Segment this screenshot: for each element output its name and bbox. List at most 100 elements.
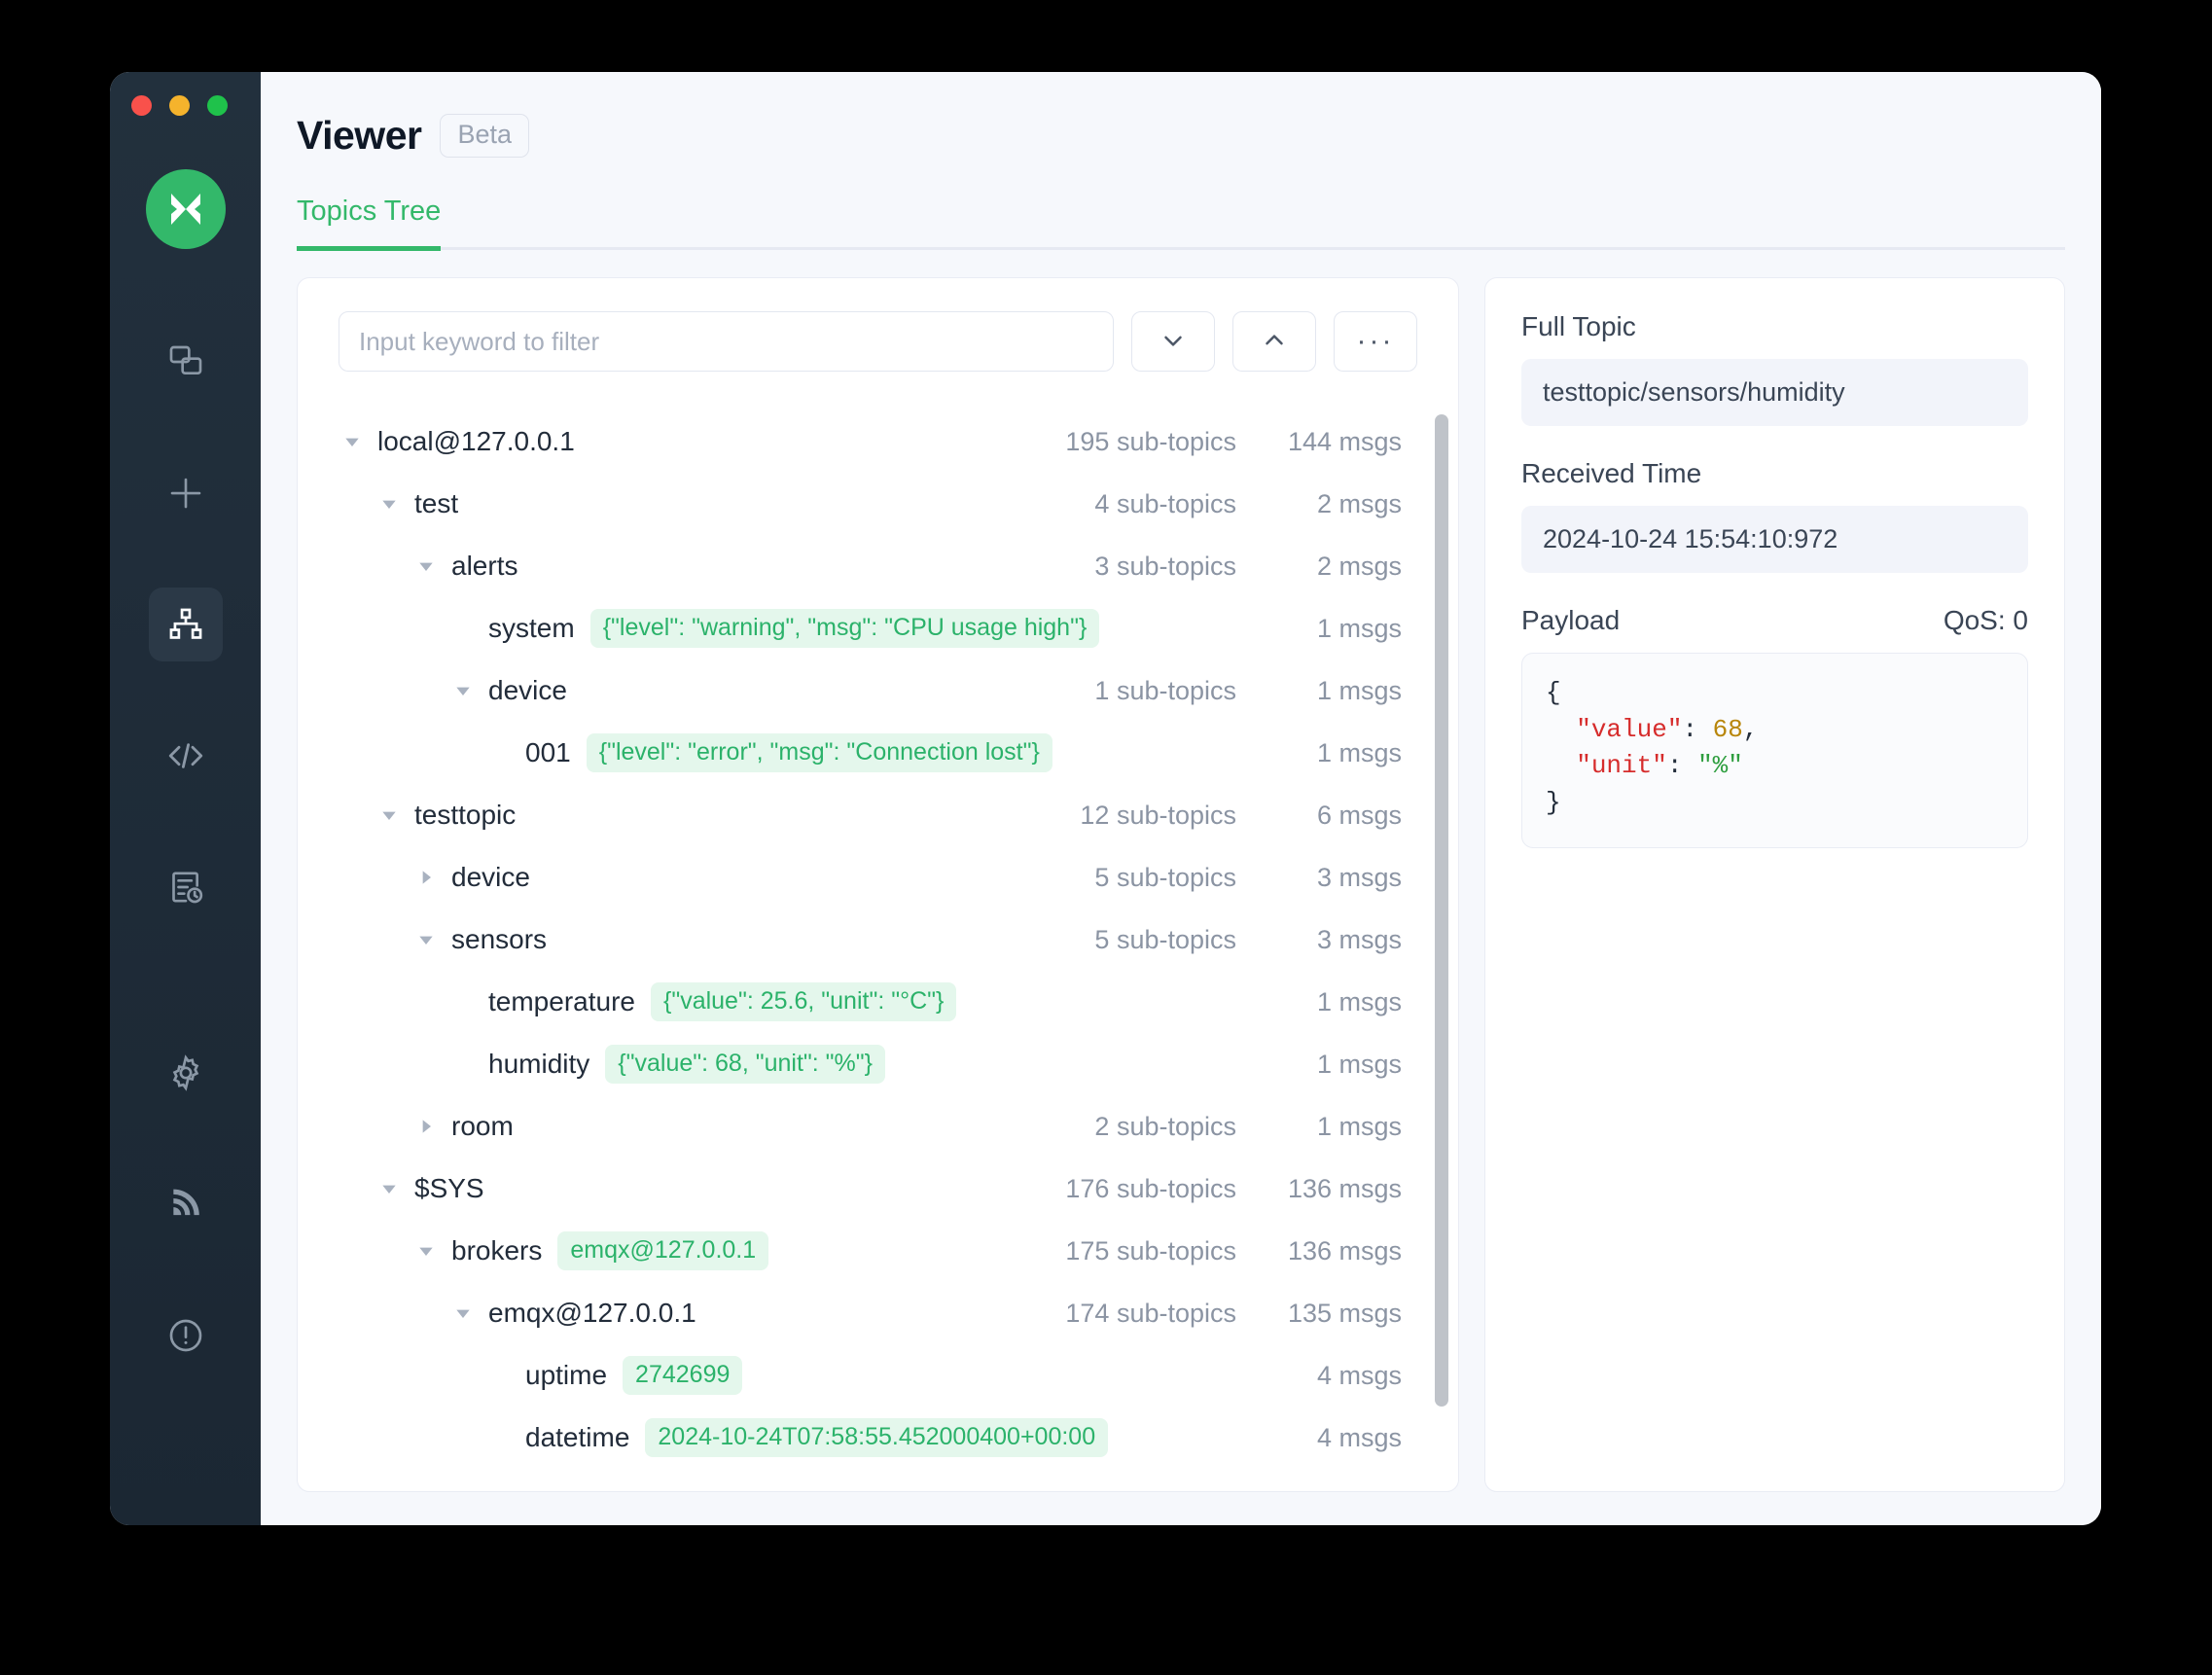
tree-row[interactable]: room 2 sub-topics 1 msgs (298, 1095, 1458, 1158)
sidebar-item-broadcast[interactable] (149, 1167, 223, 1241)
tree-row-left: temperature {"value": 25.6, "unit": "°C"} (298, 981, 1007, 1022)
tree-row[interactable]: temperature {"value": 25.6, "unit": "°C"}… (298, 971, 1458, 1033)
tree-row[interactable]: $SYS 176 sub-topics 136 msgs (298, 1158, 1458, 1220)
maximize-window-button[interactable] (207, 95, 228, 116)
tab-topics-tree[interactable]: Topics Tree (297, 196, 442, 251)
tree-node-label: humidity (488, 1049, 590, 1079)
tree-row[interactable]: testtopic 12 sub-topics 6 msgs (298, 784, 1458, 846)
caret-right-icon[interactable] (412, 1114, 439, 1140)
caret-down-icon[interactable] (375, 1176, 402, 1202)
window-traffic-lights (131, 95, 228, 116)
sub-topics-count: 195 sub-topics (1065, 426, 1236, 456)
tree-row-left: uptime 2742699 (298, 1355, 1007, 1396)
caret-down-icon[interactable] (375, 491, 402, 517)
msgs-count: 3 msgs (1316, 924, 1402, 954)
document-clock-icon (166, 868, 205, 907)
caret-down-icon[interactable] (339, 429, 365, 455)
tree-row[interactable]: device 5 sub-topics 3 msgs (298, 846, 1458, 909)
filter-input[interactable] (339, 311, 1114, 372)
tree-row-left: datetime 2024-10-24T07:58:55.452000400+00… (298, 1417, 1109, 1458)
tree-row-left: room (298, 1111, 1007, 1142)
collapse-all-button[interactable] (1232, 311, 1316, 372)
app-window: Viewer Beta Topics Tree Input keyword to… (110, 72, 2101, 1525)
tree-row[interactable]: sensors 5 sub-topics 3 msgs (298, 909, 1458, 971)
msgs-count: 4 msgs (1316, 1422, 1402, 1452)
tab-bar: Topics Tree (297, 196, 2065, 251)
caret-right-icon[interactable] (412, 865, 439, 891)
tree-node-label: device (451, 862, 530, 892)
tree-row-stats: 2 sub-topics 1 msgs (1007, 1112, 1402, 1142)
page-title: Viewer (297, 113, 422, 158)
expand-all-button[interactable] (1131, 311, 1215, 372)
tree-node-value-badge: {"level": "error", "msg": "Connection lo… (586, 732, 1052, 773)
ellipsis-icon: ··· (1356, 325, 1395, 357)
tree-node-label: temperature (488, 986, 635, 1016)
tree-row[interactable]: system {"level": "warning", "msg": "CPU u… (298, 597, 1458, 659)
tree-row[interactable]: brokers emqx@127.0.0.1 175 sub-topics 136 m… (298, 1220, 1458, 1282)
minimize-window-button[interactable] (169, 95, 190, 116)
msgs-count: 2 msgs (1316, 551, 1402, 581)
tree-row[interactable]: uptime 2742699 4 msgs (298, 1344, 1458, 1407)
caret-down-icon[interactable] (375, 802, 402, 829)
received-time-value: 2024-10-24 15:54:10:972 (1521, 506, 2028, 573)
tree-row[interactable]: humidity {"value": 68, "unit": "%"} 1 msgs (298, 1033, 1458, 1095)
tree-row[interactable]: device 1 sub-topics 1 msgs (298, 659, 1458, 722)
tree-row[interactable]: 001 {"level": "error", "msg": "Connection… (298, 722, 1458, 784)
payload-header: Payload QoS: 0 (1521, 605, 2028, 636)
beta-badge: Beta (440, 114, 529, 158)
more-options-button[interactable]: ··· (1334, 311, 1417, 372)
full-topic-label: Full Topic (1521, 311, 1636, 341)
msgs-count: 1 msgs (1316, 737, 1402, 767)
caret-down-icon[interactable] (412, 1238, 439, 1265)
tree-row[interactable]: emqx@127.0.0.1 174 sub-topics 135 msgs (298, 1282, 1458, 1344)
tree-row-stats: 1 msgs (1007, 987, 1402, 1017)
sidebar-item-scripts[interactable] (149, 719, 223, 793)
chevron-up-icon (1260, 326, 1289, 358)
caret-down-icon[interactable] (412, 927, 439, 953)
tree-row[interactable]: alerts 3 sub-topics 2 msgs (298, 535, 1458, 597)
tree-row-left: device (298, 675, 1007, 706)
caret-down-icon[interactable] (412, 553, 439, 580)
msgs-count: 136 msgs (1287, 1235, 1402, 1265)
tree-row-left: $SYS (298, 1173, 1007, 1204)
tree-row-left: brokers emqx@127.0.0.1 (298, 1230, 1007, 1271)
tree-node-label: brokers (451, 1235, 543, 1265)
sidebar-item-log[interactable] (149, 850, 223, 924)
tree-row[interactable]: local@127.0.0.1 195 sub-topics 144 msgs (298, 410, 1458, 473)
payload-label: Payload (1521, 605, 1621, 635)
tree-row[interactable]: datetime 2024-10-24T07:58:55.452000400+00… (298, 1407, 1458, 1469)
code-brackets-icon (165, 735, 206, 776)
tree-node-value-badge: 2742699 (623, 1355, 743, 1396)
page-header: Viewer Beta (261, 72, 2101, 159)
sub-topics-count: 3 sub-topics (1094, 551, 1236, 581)
tree-node-label: testtopic (414, 800, 517, 830)
sidebar-item-about[interactable] (149, 1299, 223, 1372)
tree-row-left: alerts (298, 551, 1007, 582)
tree-row-stats: 176 sub-topics 136 msgs (1007, 1174, 1402, 1204)
close-window-button[interactable] (131, 95, 152, 116)
tree-row[interactable]: test 4 sub-topics 2 msgs (298, 473, 1458, 535)
caret-down-icon[interactable] (449, 678, 476, 704)
msgs-count: 1 msgs (1316, 675, 1402, 705)
sidebar-item-topics-tree[interactable] (148, 588, 223, 661)
gear-icon (166, 1053, 205, 1092)
tree-node-label: room (451, 1111, 514, 1141)
received-time-label: Received Time (1521, 458, 1702, 488)
sub-topics-count: 4 sub-topics (1094, 488, 1236, 518)
sidebar-item-connections[interactable] (149, 325, 223, 399)
tree-toolbar: ··· (298, 278, 1458, 372)
topics-tree-panel: ··· local@127.0.0.1 195 sub-topics 144 msg… (297, 277, 1459, 1492)
payload-viewer: { "value": 68, "unit": "%" } (1521, 653, 2028, 848)
caret-down-icon[interactable] (449, 1301, 476, 1327)
sub-topics-count: 5 sub-topics (1094, 924, 1236, 954)
sidebar-item-new-connection[interactable] (149, 456, 223, 530)
msgs-count: 1 msgs (1316, 1049, 1402, 1079)
tree-row-stats: 4 msgs (1007, 1361, 1402, 1391)
tree-row-stats: 1 msgs (1007, 738, 1402, 768)
tree-row-stats: 1 msgs (1007, 614, 1402, 644)
tree-node-label: datetime (525, 1422, 630, 1452)
tree-scrollbar-thumb[interactable] (1435, 414, 1448, 1407)
main-content: Viewer Beta Topics Tree Input keyword to… (261, 72, 2101, 1525)
chevron-down-icon (1159, 326, 1188, 358)
sidebar-item-settings[interactable] (149, 1036, 223, 1110)
